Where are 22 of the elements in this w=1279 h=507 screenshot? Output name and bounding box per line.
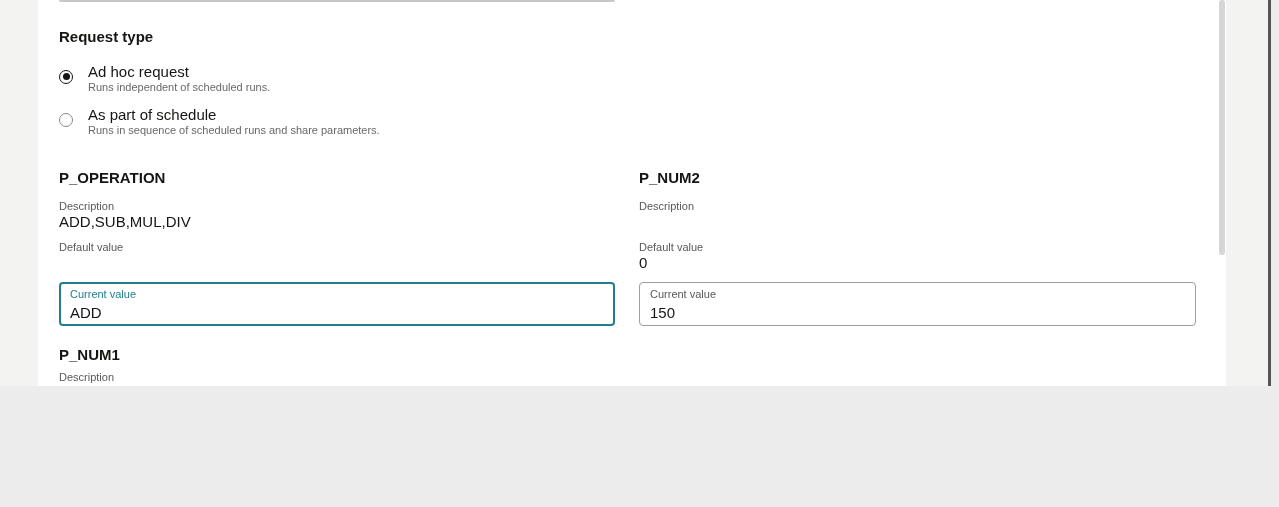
field-label: Description	[59, 370, 116, 384]
field-label: Description	[639, 200, 696, 213]
field-label: Default value	[59, 241, 125, 254]
field-label: Current value	[650, 288, 718, 301]
value-input[interactable]: 150	[650, 304, 1185, 322]
text-field[interactable]: Current value 150	[639, 282, 1196, 326]
option-hint: Runs in sequence of scheduled runs and share parameters.	[88, 123, 380, 137]
value-input[interactable]: ADD	[70, 304, 604, 322]
field-value: 0	[639, 254, 649, 272]
option-label[interactable]: As part of schedule	[88, 105, 380, 124]
field-label: Current value	[70, 288, 138, 301]
field-label: Description	[59, 200, 116, 213]
option-hint: Runs independent of scheduled runs.	[88, 80, 271, 94]
text-field[interactable]: Current value ADD	[59, 282, 615, 326]
section-title: Request type	[59, 27, 155, 47]
scrollbar-thumb[interactable]	[1219, 0, 1225, 255]
parameter-name: P_OPERATION	[59, 167, 167, 188]
parameter-name: P_NUM2	[639, 167, 701, 188]
field-label: Default value	[639, 241, 705, 254]
parameter-name: P_NUM1	[59, 345, 121, 365]
field-value: ADD,SUB,MUL,DIV	[59, 213, 192, 231]
option-label[interactable]: Ad hoc request	[88, 62, 271, 81]
